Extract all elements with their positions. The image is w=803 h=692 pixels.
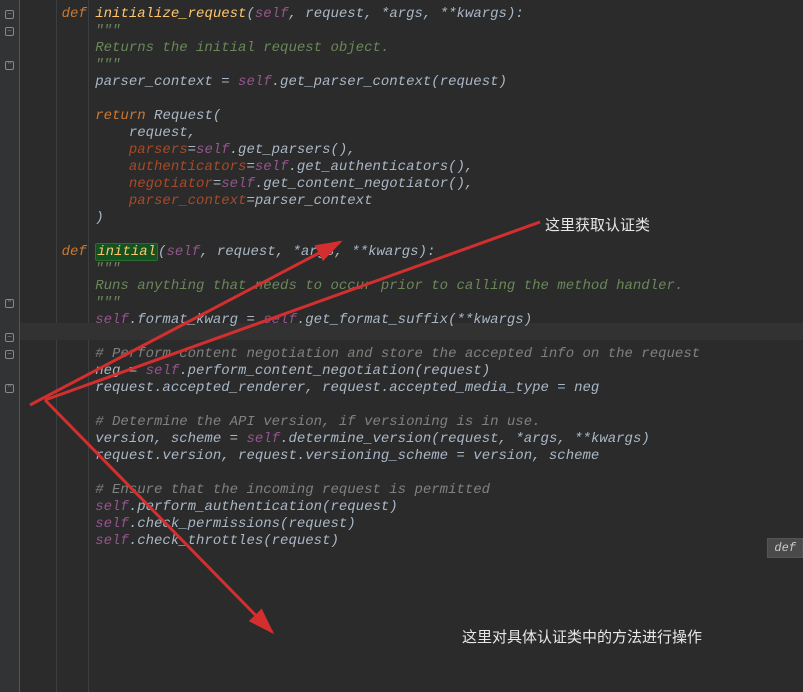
code-line[interactable]: self.check_permissions(request) bbox=[28, 516, 803, 533]
code-line[interactable]: neg = self.perform_content_negotiation(r… bbox=[28, 363, 803, 380]
code-line[interactable]: parsers=self.get_parsers(), bbox=[28, 142, 803, 159]
code-line[interactable]: """ bbox=[28, 261, 803, 278]
code-line[interactable]: Runs anything that needs to occur prior … bbox=[28, 278, 803, 295]
code-line[interactable]: """ bbox=[28, 23, 803, 40]
fold-icon-end[interactable]: ⌃ bbox=[5, 299, 14, 308]
code-line[interactable]: # Ensure that the incoming request is pe… bbox=[28, 482, 803, 499]
code-line[interactable]: return Request( bbox=[28, 108, 803, 125]
fold-icon[interactable]: − bbox=[5, 333, 14, 342]
code-line[interactable]: self.perform_authentication(request) bbox=[28, 499, 803, 516]
code-line[interactable] bbox=[28, 329, 803, 346]
code-line[interactable]: ) bbox=[28, 210, 803, 227]
annotation-label-2: 这里对具体认证类中的方法进行操作 bbox=[462, 626, 702, 647]
fold-icon[interactable]: − bbox=[5, 350, 14, 359]
code-line[interactable]: authenticators=self.get_authenticators()… bbox=[28, 159, 803, 176]
fold-icon-end[interactable]: ⌃ bbox=[5, 61, 14, 70]
code-line[interactable]: negotiator=self.get_content_negotiator()… bbox=[28, 176, 803, 193]
annotation-label-1: 这里获取认证类 bbox=[545, 214, 650, 235]
fold-icon-end[interactable]: ⌃ bbox=[5, 384, 14, 393]
code-line[interactable] bbox=[28, 227, 803, 244]
fold-icon[interactable]: − bbox=[5, 27, 14, 36]
code-line[interactable]: self.check_throttles(request) bbox=[28, 533, 803, 550]
code-line[interactable]: def initialize_request(self, request, *a… bbox=[28, 6, 803, 23]
code-line[interactable]: # Determine the API version, if versioni… bbox=[28, 414, 803, 431]
code-line[interactable]: request.version, request.versioning_sche… bbox=[28, 448, 803, 465]
code-line[interactable]: # Perform content negotiation and store … bbox=[28, 346, 803, 363]
code-line[interactable]: parser_context = self.get_parser_context… bbox=[28, 74, 803, 91]
code-line[interactable]: def initial(self, request, *args, **kwar… bbox=[28, 244, 803, 261]
code-line[interactable]: request.accepted_renderer, request.accep… bbox=[28, 380, 803, 397]
code-line[interactable]: self.format_kwarg = self.get_format_suff… bbox=[28, 312, 803, 329]
code-line[interactable]: """ bbox=[28, 57, 803, 74]
code-area[interactable]: def initialize_request(self, request, *a… bbox=[20, 0, 803, 692]
gutter[interactable]: − − ⌃ ⌃ − − ⌃ bbox=[0, 0, 20, 692]
code-line[interactable]: version, scheme = self.determine_version… bbox=[28, 431, 803, 448]
code-line[interactable]: """ bbox=[28, 295, 803, 312]
code-line[interactable] bbox=[28, 465, 803, 482]
code-line[interactable]: Returns the initial request object. bbox=[28, 40, 803, 57]
code-line[interactable]: request, bbox=[28, 125, 803, 142]
editor-container: − − ⌃ ⌃ − − ⌃ def initialize_request(sel… bbox=[0, 0, 803, 692]
code-line[interactable]: parser_context=parser_context bbox=[28, 193, 803, 210]
code-line[interactable] bbox=[28, 91, 803, 108]
code-line[interactable] bbox=[28, 397, 803, 414]
fold-icon[interactable]: − bbox=[5, 10, 14, 19]
